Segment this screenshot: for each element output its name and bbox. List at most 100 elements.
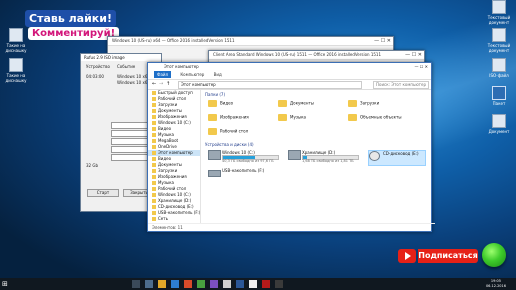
taskbar-app-icon[interactable] <box>171 280 179 288</box>
nav-item-icon <box>152 103 156 107</box>
nav-item-icon <box>152 199 156 203</box>
taskbar-clock[interactable]: 19:05 06.12.2016 <box>486 279 506 289</box>
taskbar-app-icon[interactable] <box>145 280 153 288</box>
nav-item-icon <box>152 211 156 215</box>
nav-item-label: Документы <box>158 108 182 113</box>
windows-start-icon[interactable]: ⊞ <box>2 280 10 288</box>
drives-header[interactable]: Устройства и диски (4) <box>205 142 254 147</box>
window-controls[interactable]: — ☐ ✕ <box>374 38 391 44</box>
taskbar-app-icon[interactable] <box>275 280 283 288</box>
desktop-icon[interactable]: Текстовый документ <box>482 0 516 25</box>
folders-header[interactable]: Папки (7) <box>205 92 225 97</box>
taskbar-app-icon[interactable] <box>236 280 244 288</box>
nav-item-label: CD-дисковод (E:) <box>158 204 194 209</box>
desktop-icon[interactable]: Такие на диснашку <box>0 58 33 83</box>
address-bar: ← → ↑ Этот компьютер Поиск: Этот компьют… <box>148 80 431 90</box>
taskbar-app-icon[interactable] <box>184 280 192 288</box>
back-arrow-icon[interactable]: ← <box>152 81 156 87</box>
nav-item-icon <box>152 109 156 113</box>
nav-item-label: Рабочий стол <box>158 186 187 191</box>
taskbar-app-icon[interactable] <box>210 280 218 288</box>
document-icon <box>492 0 506 14</box>
document-icon <box>492 28 506 42</box>
nav-item-icon <box>152 205 156 209</box>
taskbar-app-icon[interactable] <box>249 280 257 288</box>
desktop-icon[interactable]: Документ <box>482 114 516 134</box>
nav-item-icon <box>152 181 156 185</box>
folder-downloads-icon <box>348 100 357 107</box>
nav-item-label: OneDrive <box>158 144 177 149</box>
desktop-icon[interactable]: Пакет <box>482 86 516 106</box>
desktop-icon[interactable]: Текстовый документ <box>482 28 516 53</box>
taskbar-app-icon[interactable] <box>132 280 140 288</box>
document-icon <box>9 28 23 42</box>
nav-item[interactable]: Сеть <box>148 216 200 222</box>
folder-documents-icon <box>278 100 287 107</box>
desktop-icon[interactable]: Такие на диснашку <box>0 28 33 53</box>
nav-item-label: Быстрый доступ <box>158 90 193 95</box>
rufus-start-button[interactable]: Старт <box>87 189 119 197</box>
desktop-icon-label: Пакет <box>492 101 506 106</box>
nav-item-icon <box>152 133 156 137</box>
package-icon <box>492 86 506 100</box>
window-controls[interactable]: — ☐ ✕ <box>405 52 422 58</box>
address-input[interactable]: Этот компьютер <box>178 81 362 89</box>
ribbon-tabs: Файл Компьютер Вид <box>148 71 431 80</box>
folder-item[interactable]: Изображения <box>208 114 249 121</box>
folder-item[interactable]: Объемные объекты <box>348 114 402 121</box>
rufus-col-event: Событие <box>117 64 136 69</box>
explorer-title: Этот компьютер <box>164 64 199 69</box>
subscribe-overlay[interactable]: Подписаться <box>396 243 514 273</box>
folder-item[interactable]: Документы <box>278 100 314 107</box>
nav-item-icon <box>152 169 156 173</box>
taskbar-app-icon[interactable] <box>223 280 231 288</box>
folder-3d-objects-icon <box>348 114 357 121</box>
folder-item[interactable]: Загрузки <box>348 100 379 107</box>
drive-item[interactable]: Хранилище (D:) 1,68 ТБ свободно из 1,81 … <box>288 150 360 164</box>
rufus-col-device: Устройство <box>86 64 110 69</box>
promo-like-text: Ставь лайки! <box>25 10 116 27</box>
document-icon <box>492 114 506 128</box>
tab-view[interactable]: Вид <box>214 72 222 77</box>
forward-arrow-icon[interactable]: → <box>159 81 163 87</box>
rufus-log-text: Windows 10 x64 <box>117 74 150 79</box>
folder-label: Видео <box>220 100 234 106</box>
drive-item-selected[interactable]: CD-дисковод (E:) <box>368 150 426 166</box>
nav-item-label: Музыка <box>158 180 174 185</box>
explorer-titlebar[interactable]: Этот компьютер — ☐ ✕ <box>148 63 431 71</box>
nav-item-label: Сеть <box>158 216 168 221</box>
iso-file-icon <box>492 58 506 72</box>
search-input[interactable]: Поиск: Этот компьютер <box>373 81 429 89</box>
drive-item[interactable]: Windows 10 (C:) 40,3 ГБ свободно из 97,6… <box>208 150 280 164</box>
taskbar-app-icon[interactable] <box>197 280 205 288</box>
taskbar: ⊞ 19:05 06.12.2016 <box>0 278 516 290</box>
tab-file[interactable]: Файл <box>154 71 172 78</box>
nav-item-icon <box>152 163 156 167</box>
nav-item-icon <box>152 121 156 125</box>
up-arrow-icon[interactable]: ↑ <box>166 81 170 87</box>
drive-label: USB-накопитель (F:) <box>222 168 265 173</box>
nav-item-label: Документы <box>158 162 182 167</box>
desktop-icon[interactable]: ISO-файл <box>482 58 516 78</box>
folder-video-icon <box>208 100 217 107</box>
youtube-play-icon <box>398 249 416 263</box>
folder-taskbar-icon[interactable] <box>158 280 166 288</box>
content-pane: Папки (7) Видео Документы Загрузки Изобр… <box>202 90 431 224</box>
taskbar-app-icon[interactable] <box>262 280 270 288</box>
green-round-button[interactable] <box>482 243 506 267</box>
clock-date: 06.12.2016 <box>485 284 506 288</box>
nav-item-label: USB-накопитель (F:) <box>158 210 201 215</box>
window-controls[interactable]: — ☐ ✕ <box>415 63 428 71</box>
folder-label: Загрузки <box>360 100 380 106</box>
tab-computer[interactable]: Компьютер <box>180 72 204 77</box>
nav-item-icon <box>152 127 156 131</box>
folder-item[interactable]: Видео <box>208 100 233 107</box>
nav-item-label: Рабочий стол <box>158 96 187 101</box>
folder-item[interactable]: Музыка <box>278 114 306 121</box>
folder-item[interactable]: Рабочий стол <box>208 128 248 135</box>
nav-item-icon <box>152 97 156 101</box>
drive-item[interactable]: USB-накопитель (F:) <box>208 168 280 178</box>
file-explorer-window[interactable]: Этот компьютер — ☐ ✕ Файл Компьютер Вид … <box>147 62 435 232</box>
nav-item-icon <box>152 151 156 155</box>
nav-item-label: Windows 10 (C:) <box>158 120 191 125</box>
